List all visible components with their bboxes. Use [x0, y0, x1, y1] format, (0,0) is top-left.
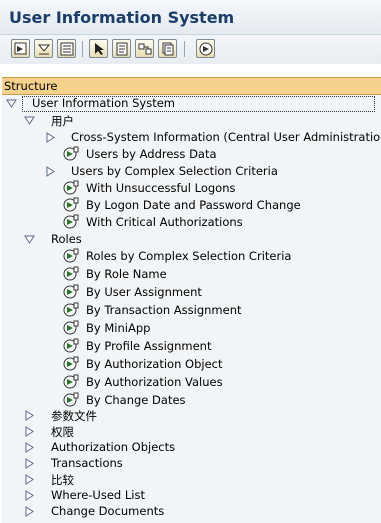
documentation-icon [116, 42, 128, 56]
tree-item-role[interactable]: By Authorization Values [2, 374, 381, 391]
execute-report-icon[interactable] [63, 392, 79, 408]
tree-item-role[interactable]: Roles by Complex Selection Criteria [2, 248, 381, 265]
tree-node-label: 用户 [51, 114, 74, 128]
tree-item-unsuccessful-logons[interactable]: With Unsuccessful Logons [2, 180, 381, 197]
title-bar: User Information System [0, 0, 381, 35]
collapsed-triangle-icon[interactable] [24, 506, 35, 517]
execute-report-icon[interactable] [63, 248, 79, 264]
tree-item-logon-date[interactable]: By Logon Date and Password Change [2, 197, 381, 214]
tree-item-role[interactable]: By Authorization Object [2, 356, 381, 373]
toolbar-separator [184, 41, 185, 57]
execute-icon [14, 42, 27, 55]
tree-item-role[interactable]: By User Assignment [2, 284, 381, 301]
execute-button[interactable] [11, 39, 30, 58]
collapsed-triangle-icon[interactable] [24, 490, 35, 501]
collapsed-triangle-icon[interactable] [24, 442, 35, 453]
tree-node-label: 比较 [51, 473, 74, 487]
expand-subtree-button[interactable] [34, 39, 53, 58]
where-used-button[interactable] [135, 39, 154, 58]
tree-root[interactable]: User Information System [2, 95, 381, 112]
select-button[interactable] [89, 39, 108, 58]
tree-node-label: Roles by Complex Selection Criteria [86, 249, 292, 263]
collapsed-triangle-icon[interactable] [24, 458, 35, 469]
tree-node-label: Transactions [51, 456, 123, 470]
execute-report-icon[interactable] [63, 146, 79, 162]
collapsed-triangle-icon[interactable] [45, 132, 56, 143]
tree-node-label: With Unsuccessful Logons [86, 181, 236, 195]
tree-node-label: By Profile Assignment [86, 339, 212, 353]
documentation-button[interactable] [112, 39, 131, 58]
variants-icon [162, 42, 174, 56]
tree-node-label: Cross-System Information (Central User A… [71, 130, 381, 144]
tree-node-label: By Authorization Object [86, 357, 223, 371]
execute-report-icon[interactable] [63, 302, 79, 318]
tree-item-role[interactable]: By Role Name [2, 266, 381, 283]
execute-report-icon[interactable] [63, 320, 79, 336]
execute-report-icon[interactable] [63, 180, 79, 196]
tree-folder[interactable]: Authorization Objects [2, 439, 381, 456]
toolbar [0, 35, 381, 64]
collapse-subtree-icon [60, 42, 74, 56]
execute-report-icon[interactable] [63, 356, 79, 372]
tree-node-label: Change Documents [51, 504, 165, 518]
collapsed-triangle-icon[interactable] [24, 474, 35, 485]
tree-item-users-by-address[interactable]: Users by Address Data [2, 146, 381, 163]
where-used-icon [138, 43, 152, 55]
tree-folder[interactable]: 比较 [2, 471, 381, 488]
expanded-triangle-icon[interactable] [24, 115, 35, 126]
tree-node-label: Authorization Objects [51, 440, 176, 454]
tree-node-label: By User Assignment [86, 285, 202, 299]
tree-node-label: With Critical Authorizations [86, 215, 243, 229]
collapse-subtree-button[interactable] [57, 39, 76, 58]
tree-node-label: User Information System [32, 96, 175, 110]
expanded-triangle-icon[interactable] [24, 234, 35, 245]
timed-execute-button[interactable] [196, 39, 215, 58]
tree-item-role[interactable]: By MiniApp [2, 320, 381, 337]
tree-folder[interactable]: Transactions [2, 455, 381, 472]
execute-report-icon[interactable] [63, 338, 79, 354]
structure-header: Structure [2, 77, 381, 95]
execute-report-icon[interactable] [63, 214, 79, 230]
tree-item-users-complex[interactable]: Users by Complex Selection Criteria [2, 163, 381, 180]
execute-report-icon[interactable] [63, 284, 79, 300]
collapsed-triangle-icon[interactable] [24, 410, 35, 421]
tree-item-critical-auth[interactable]: With Critical Authorizations [2, 214, 381, 231]
tree-folder-roles[interactable]: Roles [2, 231, 381, 248]
tree-item-role[interactable]: By Profile Assignment [2, 338, 381, 355]
tree-node-label: By Logon Date and Password Change [86, 198, 301, 212]
execute-report-icon[interactable] [63, 374, 79, 390]
tree-node-label: By Transaction Assignment [86, 303, 242, 317]
tree-node-label: Users by Address Data [86, 147, 217, 161]
expanded-triangle-icon[interactable] [6, 98, 17, 109]
execute-report-icon[interactable] [63, 266, 79, 282]
tree-node-label: Roles [51, 232, 82, 246]
structure-tree: Structure User Information System 用户 Cross… [2, 77, 381, 523]
tree-node-label: Where-Used List [51, 488, 145, 502]
tree-node-label: By Role Name [86, 267, 167, 281]
tree-node-label: Users by Complex Selection Criteria [71, 164, 278, 178]
collapsed-triangle-icon[interactable] [45, 166, 56, 177]
tree-folder[interactable]: Where-Used List [2, 487, 381, 504]
tree-node-label: 参数文件 [51, 409, 97, 423]
timed-execute-icon [199, 42, 213, 56]
tree-item-role[interactable]: By Transaction Assignment [2, 302, 381, 319]
expand-subtree-icon [37, 44, 51, 55]
execute-report-icon[interactable] [63, 197, 79, 213]
tree-folder[interactable]: Change Documents [2, 503, 381, 520]
page-title: User Information System [9, 8, 235, 27]
tree-folder[interactable]: 参数文件 [2, 407, 381, 424]
tree-item-cross-system[interactable]: Cross-System Information (Central User A… [2, 129, 381, 146]
tree-node-label: By Change Dates [86, 393, 186, 407]
toolbar-separator [82, 41, 83, 57]
tree-folder[interactable]: 权限 [2, 423, 381, 440]
collapsed-triangle-icon[interactable] [24, 426, 35, 437]
tree-node-label: By MiniApp [86, 321, 151, 335]
select-icon [95, 43, 104, 55]
tree-node-label: By Authorization Values [86, 375, 223, 389]
variants-button[interactable] [158, 39, 177, 58]
tree-node-label: 权限 [51, 425, 74, 439]
tree-folder-users[interactable]: 用户 [2, 112, 381, 129]
